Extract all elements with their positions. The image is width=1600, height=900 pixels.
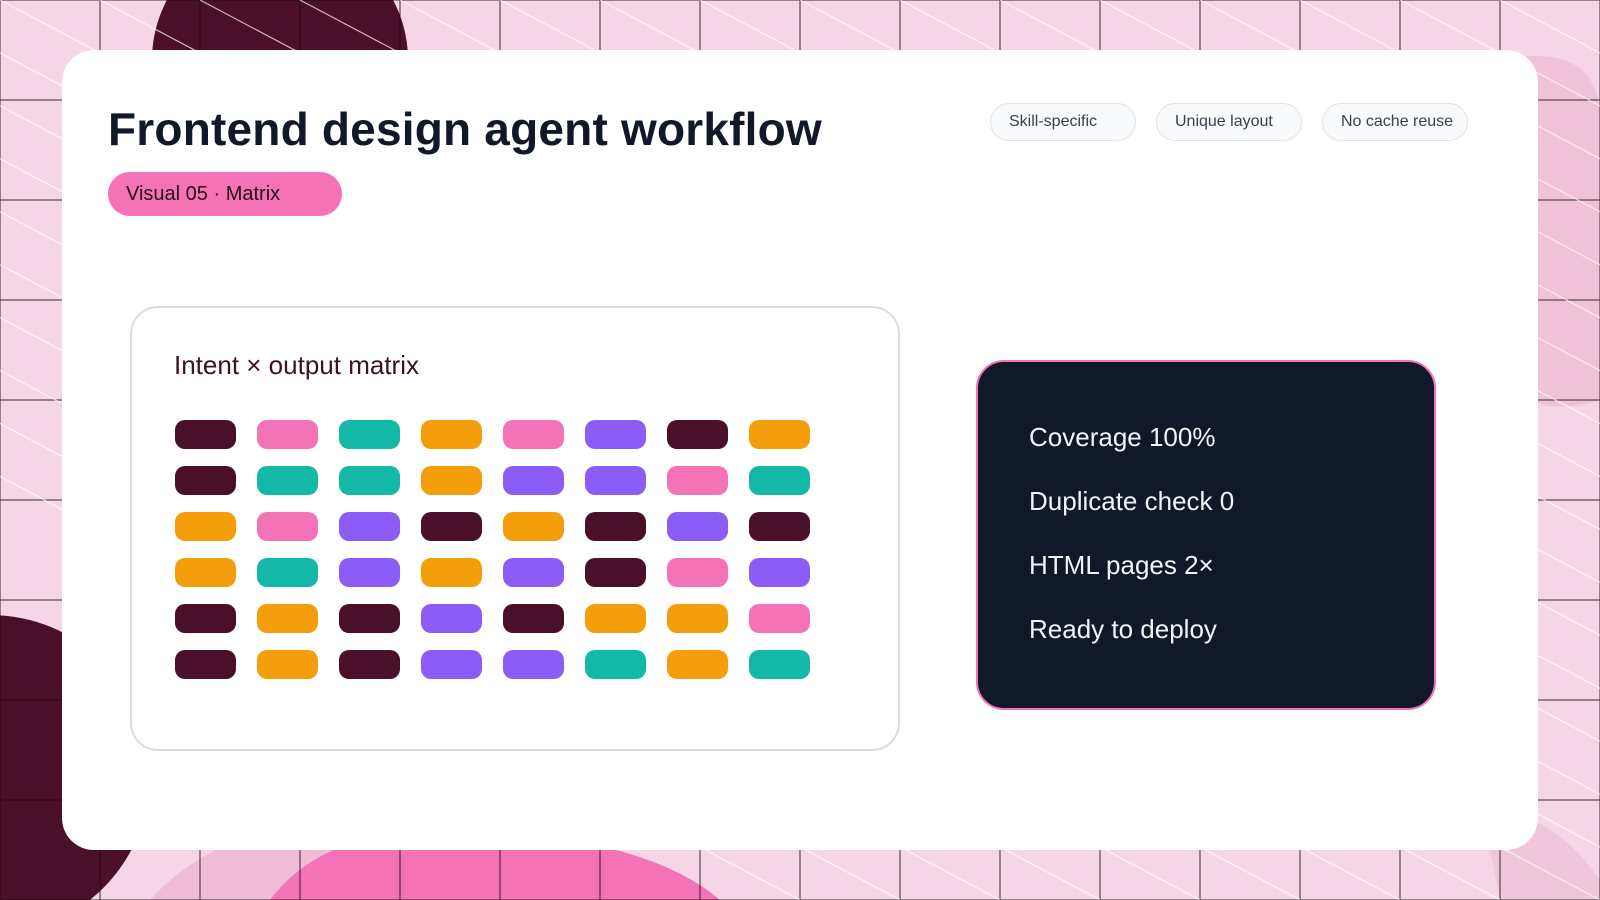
- matrix-cell: [667, 512, 728, 541]
- matrix-cell: [339, 466, 400, 495]
- visual-label-pill: Visual 05 · Matrix: [108, 172, 342, 216]
- matrix-title: Intent × output matrix: [174, 350, 419, 380]
- matrix-cell: [421, 558, 482, 587]
- matrix-cell: [257, 558, 318, 587]
- stat-duplicate-check: Duplicate check 0: [1029, 486, 1235, 516]
- matrix-cell: [585, 650, 646, 679]
- matrix-cell: [503, 420, 564, 449]
- matrix-grid: [175, 420, 810, 679]
- matrix-cell: [421, 512, 482, 541]
- matrix-cell: [339, 604, 400, 633]
- matrix-cell: [749, 420, 810, 449]
- matrix-cell: [175, 558, 236, 587]
- matrix-cell: [421, 420, 482, 449]
- matrix-cell: [585, 558, 646, 587]
- matrix-cell: [667, 558, 728, 587]
- matrix-cell: [421, 604, 482, 633]
- matrix-cell: [421, 650, 482, 679]
- matrix-cell: [257, 650, 318, 679]
- tag-list: Skill-specific Unique layout No cache re…: [990, 103, 1468, 141]
- matrix-cell: [585, 512, 646, 541]
- matrix-cell: [503, 512, 564, 541]
- matrix-cell: [585, 466, 646, 495]
- matrix-cell: [421, 466, 482, 495]
- matrix-cell: [749, 512, 810, 541]
- matrix-cell: [339, 558, 400, 587]
- matrix-cell: [175, 604, 236, 633]
- matrix-cell: [667, 650, 728, 679]
- tag-no-cache-reuse[interactable]: No cache reuse: [1322, 103, 1468, 141]
- matrix-cell: [585, 604, 646, 633]
- matrix-cell: [667, 420, 728, 449]
- matrix-cell: [503, 604, 564, 633]
- matrix-cell: [339, 512, 400, 541]
- matrix-cell: [257, 512, 318, 541]
- matrix-cell: [503, 466, 564, 495]
- matrix-cell: [339, 420, 400, 449]
- stat-coverage: Coverage 100%: [1029, 422, 1216, 452]
- matrix-cell: [749, 650, 810, 679]
- main-card: Frontend design agent workflow Visual 05…: [62, 50, 1538, 850]
- matrix-cell: [175, 512, 236, 541]
- matrix-cell: [749, 558, 810, 587]
- matrix-cell: [257, 604, 318, 633]
- matrix-cell: [175, 466, 236, 495]
- page-title: Frontend design agent workflow: [108, 103, 822, 155]
- tag-skill-specific[interactable]: Skill-specific: [990, 103, 1136, 141]
- matrix-cell: [503, 558, 564, 587]
- stats-panel: Coverage 100% Duplicate check 0 HTML pag…: [976, 360, 1436, 710]
- matrix-cell: [503, 650, 564, 679]
- matrix-cell: [175, 650, 236, 679]
- matrix-cell: [175, 420, 236, 449]
- tag-unique-layout[interactable]: Unique layout: [1156, 103, 1302, 141]
- matrix-cell: [257, 466, 318, 495]
- matrix-cell: [667, 466, 728, 495]
- matrix-cell: [257, 420, 318, 449]
- matrix-cell: [749, 466, 810, 495]
- stat-html-pages: HTML pages 2×: [1029, 550, 1214, 580]
- matrix-panel: Intent × output matrix: [130, 306, 900, 751]
- matrix-cell: [667, 604, 728, 633]
- matrix-cell: [339, 650, 400, 679]
- stat-ready-to-deploy: Ready to deploy: [1029, 614, 1217, 644]
- matrix-cell: [585, 420, 646, 449]
- matrix-cell: [749, 604, 810, 633]
